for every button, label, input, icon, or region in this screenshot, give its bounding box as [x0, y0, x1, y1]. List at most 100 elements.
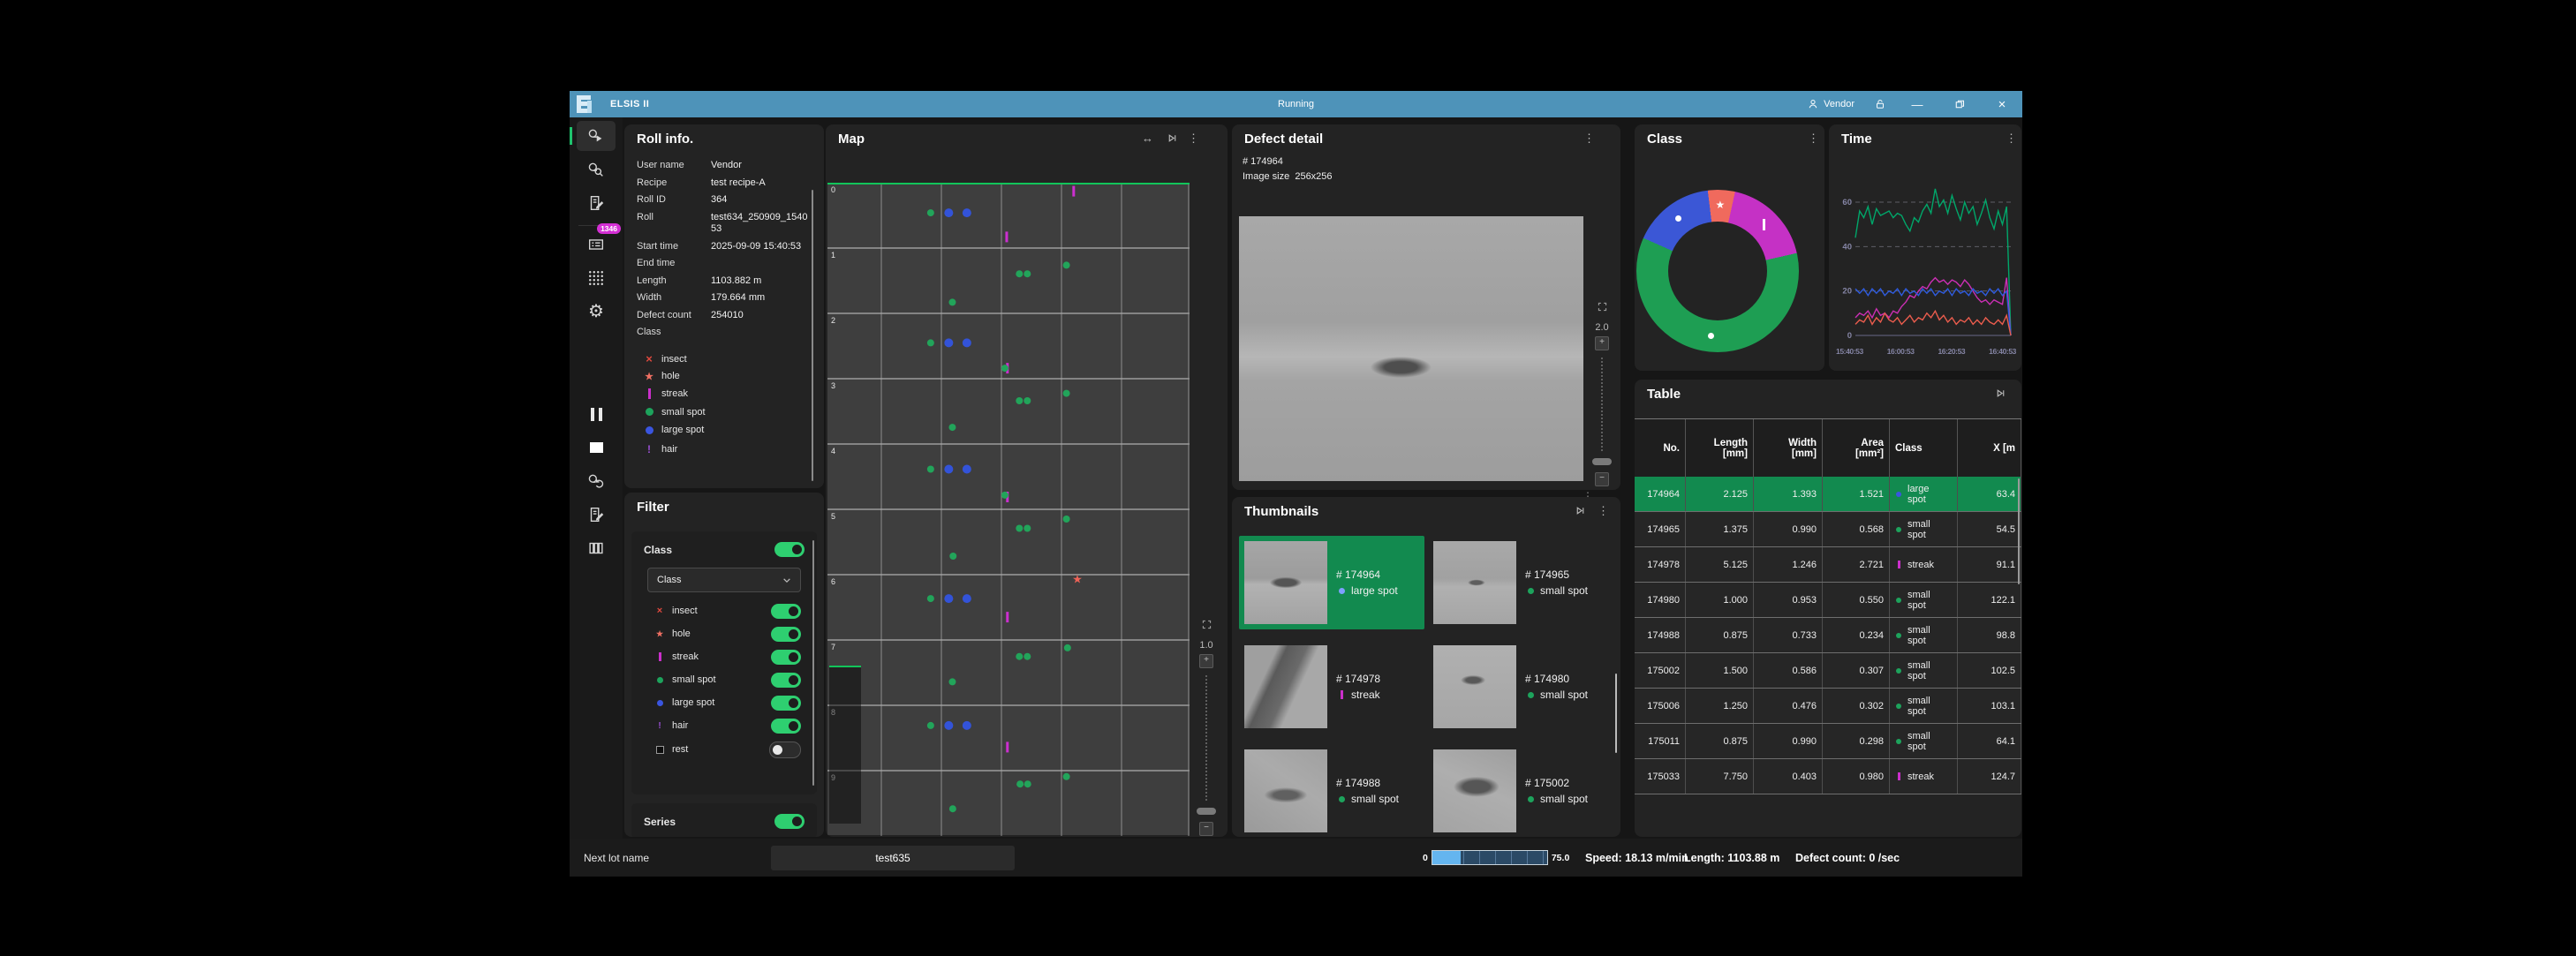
lock-icon[interactable] — [1874, 98, 1886, 110]
filter-item-rest: rest — [631, 737, 817, 762]
time-line-chart[interactable]: 0204060 — [1836, 154, 2016, 349]
settings-gear-icon[interactable]: ⚙ — [577, 297, 616, 327]
table-cell: 1.521 — [1823, 477, 1890, 511]
defect-rate-status: Defect count: 0 /sec — [1795, 839, 1900, 877]
thumbnail-card[interactable]: # 174965small spot — [1428, 536, 1613, 629]
filter-scrollbar[interactable] — [812, 540, 814, 786]
table-column-header[interactable]: X [m — [1958, 419, 2021, 478]
table-row[interactable]: 1749642.1251.3931.521large spot63.4 — [1635, 477, 2021, 512]
map-kebab-menu-icon[interactable]: ⋮ — [1188, 132, 1199, 144]
map-fullscreen-icon[interactable] — [1201, 619, 1212, 635]
large-spot-slice-symbol — [1675, 215, 1681, 222]
time-kebab-menu-icon[interactable]: ⋮ — [2006, 132, 2017, 144]
roll-info-scrollbar[interactable] — [812, 190, 813, 481]
defect-size-value: 256x256 — [1295, 171, 1332, 182]
defect-zoom-slider-handle[interactable] — [1592, 458, 1612, 465]
table-cell: 64.1 — [1958, 724, 2021, 758]
table-scrollbar[interactable] — [2018, 478, 2020, 584]
streak-toggle[interactable] — [771, 650, 801, 665]
table-skip-end-icon[interactable] — [1995, 388, 2006, 401]
hole-toggle[interactable] — [771, 627, 801, 642]
rest-toggle[interactable] — [769, 741, 801, 758]
roll-info-title: Roll info. — [637, 132, 693, 147]
pause-icon[interactable] — [577, 399, 616, 429]
table-column-header[interactable]: No. — [1635, 419, 1686, 478]
table-row[interactable]: 1749651.3750.9900.568small spot54.5 — [1635, 512, 2021, 547]
next-lot-input[interactable] — [771, 846, 1015, 870]
roll-info-field: End time — [637, 258, 810, 269]
table-row[interactable]: 1749785.1251.2462.721streak91.1 — [1635, 547, 2021, 583]
table-row[interactable]: 1750021.5000.5860.307small spot102.5 — [1635, 653, 2021, 689]
thumbnail-label: # 174988small spot — [1336, 775, 1399, 807]
small-spot-toggle[interactable] — [771, 673, 801, 688]
thumbnail-card[interactable]: # 174980small spot — [1428, 640, 1613, 734]
table-row[interactable]: 1750337.7500.4030.980streak124.7 — [1635, 759, 2021, 794]
app-logo-icon — [577, 95, 600, 113]
close-button[interactable]: × — [1991, 94, 2013, 114]
table-cell: 0.586 — [1754, 653, 1823, 688]
thumbnail-card[interactable]: # 174964large spot — [1239, 536, 1424, 629]
table-column-header[interactable]: Area[mm²] — [1823, 419, 1890, 478]
thumbnails-skip-end-icon[interactable] — [1575, 505, 1586, 518]
table-column-header[interactable]: Length[mm] — [1686, 419, 1754, 478]
thumbnails-scrollbar[interactable] — [1615, 674, 1617, 753]
class-kebab-menu-icon[interactable]: ⋮ — [1808, 132, 1819, 144]
columns-icon[interactable] — [577, 533, 616, 563]
insect-toggle[interactable] — [771, 604, 801, 619]
table-row[interactable]: 1749880.8750.7330.234small spot98.8 — [1635, 618, 2021, 653]
class-filter-card: Class Class ×insect★holestreaksmall spot… — [631, 531, 817, 794]
thumbnail-card[interactable]: # 175002small spot — [1428, 744, 1613, 837]
roll-search-icon[interactable] — [577, 154, 616, 184]
defect-detail-title: Defect detail — [1244, 132, 1323, 147]
defect-list-icon[interactable]: 1346 — [577, 230, 616, 260]
defect-fullscreen-icon[interactable] — [1597, 301, 1608, 317]
user-icon — [1807, 98, 1819, 110]
map-zoom-slider-handle[interactable] — [1197, 808, 1216, 815]
thumbnails-kebab-menu-icon[interactable]: ⋮ — [1598, 505, 1609, 516]
dot-symbol — [1525, 796, 1536, 802]
dot-symbol — [1525, 692, 1536, 698]
report-edit-icon[interactable] — [577, 500, 616, 530]
map-zoom-out-button[interactable]: − — [1199, 822, 1213, 836]
series-filter-toggle[interactable] — [774, 814, 805, 829]
table-cell: 2.125 — [1686, 477, 1754, 511]
map-zoom-in-button[interactable]: + — [1199, 654, 1213, 668]
minimize-button[interactable]: — — [1906, 94, 1929, 114]
map-title: Map — [838, 132, 865, 147]
thumbnail-card[interactable]: # 174988small spot — [1239, 744, 1424, 837]
bar-symbol — [644, 388, 654, 399]
class-filter-dropdown[interactable]: Class — [647, 568, 801, 592]
table-row[interactable]: 1749801.0000.9530.550small spot122.1 — [1635, 583, 2021, 618]
filter-item-streak: streak — [631, 645, 817, 668]
restore-button[interactable] — [1948, 94, 1971, 114]
defect-zoom-in-button[interactable]: + — [1595, 336, 1609, 350]
table-row[interactable]: 1750110.8750.9900.298small spot64.1 — [1635, 724, 2021, 759]
map-zoom-slider[interactable] — [1205, 675, 1207, 801]
table-row[interactable]: 1750061.2500.4760.302small spot103.1 — [1635, 689, 2021, 724]
run-status: Running — [570, 99, 2022, 109]
large-spot-toggle[interactable] — [771, 696, 801, 711]
thumbnail-card[interactable]: # 174978streak — [1239, 640, 1424, 734]
dot-grid-icon[interactable] — [577, 263, 616, 293]
class-legend-item: !hair — [644, 443, 677, 455]
table-cell-class: small spot — [1890, 583, 1958, 617]
document-edit-icon[interactable] — [577, 188, 616, 218]
roll-play-icon[interactable] — [577, 121, 616, 151]
class-filter-toggle[interactable] — [774, 542, 805, 557]
map-skip-end-icon[interactable] — [1167, 132, 1178, 146]
hair-toggle[interactable] — [771, 719, 801, 734]
table-column-header[interactable]: Class — [1890, 419, 1958, 478]
defect-map[interactable]: 0123456789★ — [827, 183, 1190, 836]
stop-icon[interactable] — [577, 433, 616, 463]
defect-image[interactable] — [1239, 216, 1583, 481]
table-column-header[interactable]: Width[mm] — [1754, 419, 1823, 478]
series-filter-label: Series — [644, 816, 676, 828]
map-resize-icon[interactable]: ↔ — [1142, 132, 1153, 144]
defect-zoom-out-button[interactable]: − — [1595, 472, 1609, 486]
svg-text:0: 0 — [1847, 331, 1852, 341]
user-menu[interactable]: Vendor — [1807, 98, 1855, 110]
roll-restore-icon[interactable] — [577, 466, 616, 496]
defect-zoom-slider[interactable] — [1601, 358, 1603, 451]
table-cell: 63.4 — [1958, 477, 2021, 511]
defect-kebab-menu-icon[interactable]: ⋮ — [1583, 132, 1595, 144]
